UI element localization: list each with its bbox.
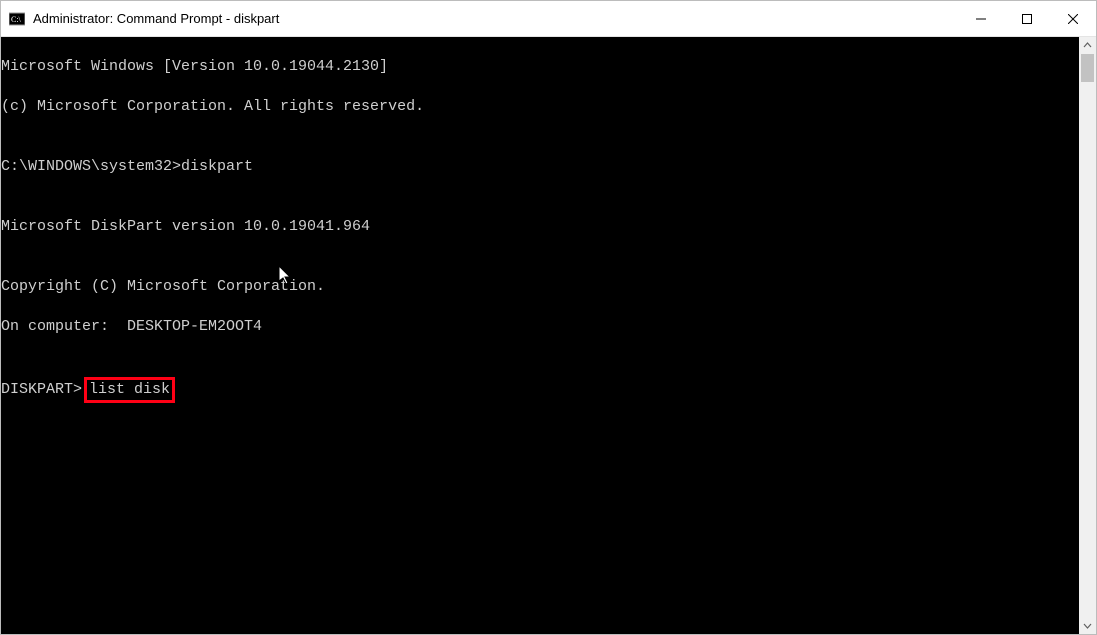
output-line: Microsoft DiskPart version 10.0.19041.96… (1, 217, 1079, 237)
diskpart-prompt: DISKPART> (1, 381, 82, 398)
prompt-line: C:\WINDOWS\system32>diskpart (1, 157, 1079, 177)
prompt-command: diskpart (181, 158, 253, 175)
output-line: Microsoft Windows [Version 10.0.19044.21… (1, 57, 1079, 77)
output-line: Copyright (C) Microsoft Corporation. (1, 277, 1079, 297)
cmd-icon: C:\ (9, 11, 25, 27)
titlebar[interactable]: C:\ Administrator: Command Prompt - disk… (1, 1, 1096, 37)
output-line: On computer: DESKTOP-EM2OOT4 (1, 317, 1079, 337)
window-frame: C:\ Administrator: Command Prompt - disk… (0, 0, 1097, 635)
prompt-line: DISKPART>list disk (1, 377, 1079, 403)
client-area: Microsoft Windows [Version 10.0.19044.21… (1, 37, 1096, 634)
scrollbar-thumb[interactable] (1081, 54, 1094, 82)
scroll-down-button[interactable] (1079, 617, 1096, 634)
close-button[interactable] (1050, 1, 1096, 36)
terminal-output[interactable]: Microsoft Windows [Version 10.0.19044.21… (1, 37, 1079, 634)
prompt-path: C:\WINDOWS\system32> (1, 158, 181, 175)
maximize-button[interactable] (1004, 1, 1050, 36)
window-title: Administrator: Command Prompt - diskpart (33, 11, 958, 26)
minimize-button[interactable] (958, 1, 1004, 36)
scrollbar-track[interactable] (1079, 54, 1096, 617)
vertical-scrollbar[interactable] (1079, 37, 1096, 634)
svg-text:C:\: C:\ (11, 15, 22, 24)
scroll-up-button[interactable] (1079, 37, 1096, 54)
window-controls (958, 1, 1096, 36)
output-line: (c) Microsoft Corporation. All rights re… (1, 97, 1079, 117)
highlighted-command: list disk (84, 377, 175, 403)
